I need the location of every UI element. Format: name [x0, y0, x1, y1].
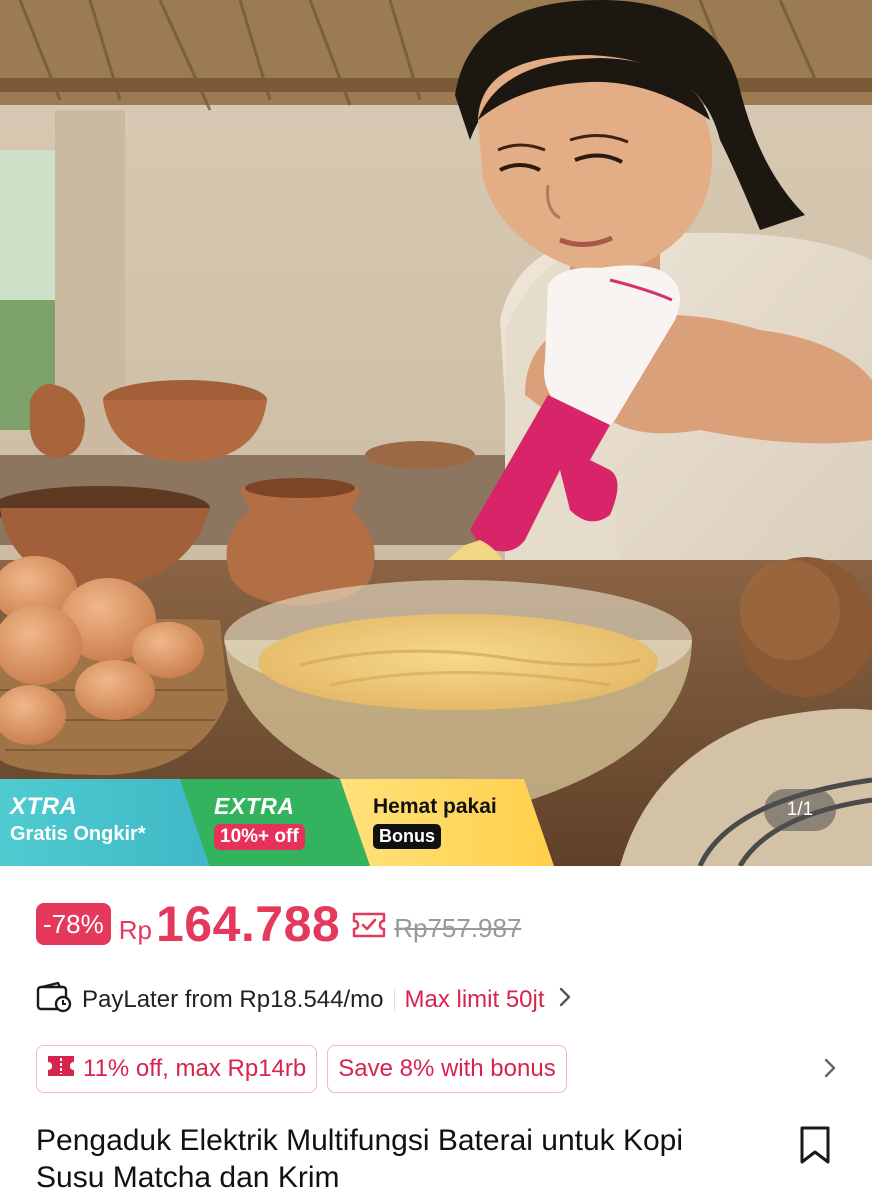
paylater-limit: Max limit 50jt — [404, 986, 545, 1013]
wallet-clock-icon — [36, 981, 72, 1020]
ticket-icon — [47, 1055, 75, 1084]
original-price: Rp757.987 — [394, 912, 522, 943]
chevron-right-icon — [559, 986, 571, 1014]
divider — [393, 989, 395, 1011]
promo-xtra-subtitle: Gratis Ongkir* — [10, 823, 146, 845]
promo-hemat-badge: Bonus — [373, 824, 441, 849]
product-image-carousel[interactable]: XTRA Gratis Ongkir* EXTRA 10%+ off Hemat… — [0, 0, 872, 866]
promo-hemat-bonus: Hemat pakai Bonus — [340, 779, 554, 866]
voucher-check-icon — [352, 912, 386, 943]
coupon-discount-label: 11% off, max Rp14rb — [83, 1055, 307, 1082]
paylater-text: PayLater from Rp18.544/mo — [82, 986, 384, 1013]
promo-extra-discount: EXTRA 10%+ off — [180, 779, 370, 866]
coupon-bonus-label: Save 8% with bonus — [338, 1055, 556, 1082]
promo-banner: XTRA Gratis Ongkir* EXTRA 10%+ off Hemat… — [0, 779, 560, 866]
image-counter: 1/1 — [764, 789, 836, 831]
promo-extra-badge: 10%+ off — [214, 824, 305, 850]
paylater-row[interactable]: PayLater from Rp18.544/mo Max limit 50jt — [36, 980, 656, 1020]
promo-xtra-title: XTRA — [10, 793, 78, 820]
discount-badge: -78% — [36, 903, 111, 945]
price-row: -78% Rp 164.788 Rp757.987 — [36, 896, 521, 952]
promo-hemat-title: Hemat pakai — [373, 795, 497, 818]
current-price: 164.788 — [155, 896, 341, 952]
bookmark-icon[interactable] — [798, 1125, 832, 1170]
chevron-right-icon[interactable] — [824, 1057, 836, 1084]
product-title: Pengaduk Elektrik Multifungsi Baterai un… — [36, 1124, 684, 1194]
price-currency: Rp — [118, 914, 152, 945]
promo-xtra-free-shipping: XTRA Gratis Ongkir* — [0, 779, 210, 866]
coupon-bonus[interactable]: Save 8% with bonus — [327, 1045, 567, 1093]
product-photo — [0, 0, 872, 866]
coupon-discount[interactable]: 11% off, max Rp14rb — [36, 1045, 318, 1093]
coupon-row: 11% off, max Rp14rb Save 8% with bonus — [36, 1045, 836, 1093]
